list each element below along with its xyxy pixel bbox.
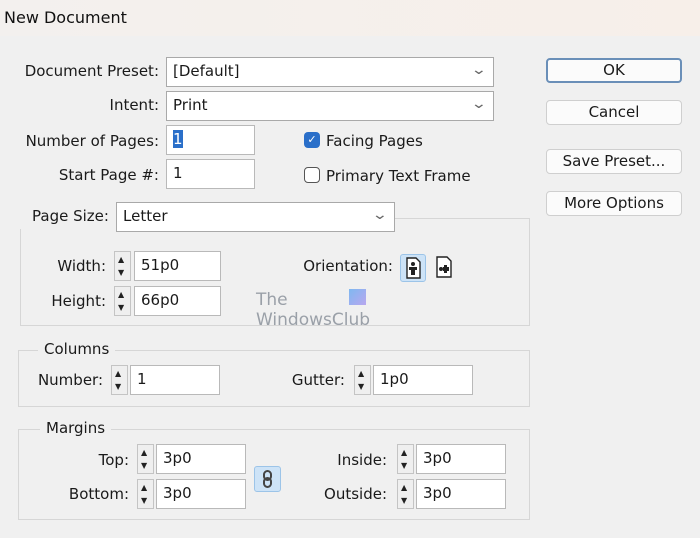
chain-link-icon [263,470,272,488]
margin-inside-value: 3p0 [423,449,452,467]
start-page-input[interactable]: 1 [166,159,255,189]
chevron-down-icon: ⌄ [470,62,488,78]
height-stepper[interactable]: ▲ ▼ [114,286,131,316]
intent-label: Intent: [109,96,159,114]
margin-bottom-input[interactable]: 3p0 [156,479,246,509]
margin-top-value: 3p0 [163,449,192,467]
intent-value: Print [173,96,208,114]
watermark-line2: WindowsClub [256,310,371,330]
watermark-logo-icon [349,289,366,305]
document-preset-label: Document Preset: [24,62,159,80]
save-preset-button[interactable]: Save Preset... [546,149,682,174]
document-preset-select[interactable]: [Default] ⌄ [166,57,494,87]
height-label: Height: [51,292,106,310]
margin-inside-label: Inside: [337,451,387,469]
window-title: New Document [4,8,127,27]
gutter-stepper[interactable]: ▲ ▼ [354,365,371,395]
landscape-icon [436,256,452,278]
margin-bottom-stepper[interactable]: ▲ ▼ [137,479,154,509]
width-input[interactable]: 51p0 [134,251,221,281]
document-preset-value: [Default] [173,62,240,80]
primary-text-frame-checkbox[interactable] [304,167,320,183]
intent-select[interactable]: Print ⌄ [166,91,494,121]
more-options-button[interactable]: More Options [546,191,682,216]
margin-top-input[interactable]: 3p0 [156,444,246,474]
orientation-label: Orientation: [303,257,393,275]
columns-number-label: Number: [37,371,103,389]
columns-number-stepper[interactable]: ▲ ▼ [111,365,128,395]
page-size-value: Letter [123,207,168,225]
margin-inside-input[interactable]: 3p0 [416,444,506,474]
width-stepper[interactable]: ▲ ▼ [114,251,131,281]
margin-top-stepper[interactable]: ▲ ▼ [137,444,154,474]
margin-bottom-value: 3p0 [163,484,192,502]
cancel-button[interactable]: Cancel [546,100,682,125]
gutter-value: 1p0 [380,370,409,388]
number-of-pages-label: Number of Pages: [25,132,159,150]
width-label: Width: [57,257,106,275]
portrait-orientation-button[interactable] [400,254,426,282]
facing-pages-checkbox[interactable]: ✓ [304,132,320,148]
start-page-label: Start Page #: [58,166,159,184]
margin-outside-stepper[interactable]: ▲ ▼ [397,479,414,509]
columns-number-input[interactable]: 1 [130,365,220,395]
height-value: 66p0 [141,291,180,309]
chevron-down-icon: ⌄ [371,207,389,223]
margin-outside-label: Outside: [324,485,387,503]
page-size-select[interactable]: Letter ⌄ [116,202,395,232]
portrait-icon [406,257,421,279]
margins-title: Margins [40,419,112,437]
page-size-label: Page Size: [32,207,109,225]
height-input[interactable]: 66p0 [134,286,221,316]
margin-outside-input[interactable]: 3p0 [416,479,506,509]
link-margins-button[interactable] [254,466,281,492]
margin-inside-stepper[interactable]: ▲ ▼ [397,444,414,474]
gutter-label: Gutter: [291,371,345,389]
landscape-orientation-button[interactable] [432,254,458,282]
title-bar: New Document [0,0,700,36]
margin-outside-value: 3p0 [423,484,452,502]
gutter-input[interactable]: 1p0 [373,365,473,395]
columns-title: Columns [38,340,116,358]
ok-button[interactable]: OK [546,58,682,83]
margin-bottom-label: Bottom: [68,485,129,503]
chevron-down-icon: ⌄ [470,96,488,112]
start-page-value: 1 [173,164,183,182]
number-of-pages-value: 1 [173,130,183,148]
margin-top-label: Top: [98,451,129,469]
primary-text-frame-label[interactable]: Primary Text Frame [326,167,471,185]
width-value: 51p0 [141,256,180,274]
facing-pages-label[interactable]: Facing Pages [326,132,423,150]
columns-number-value: 1 [137,370,147,388]
number-of-pages-input[interactable]: 1 [166,125,255,155]
